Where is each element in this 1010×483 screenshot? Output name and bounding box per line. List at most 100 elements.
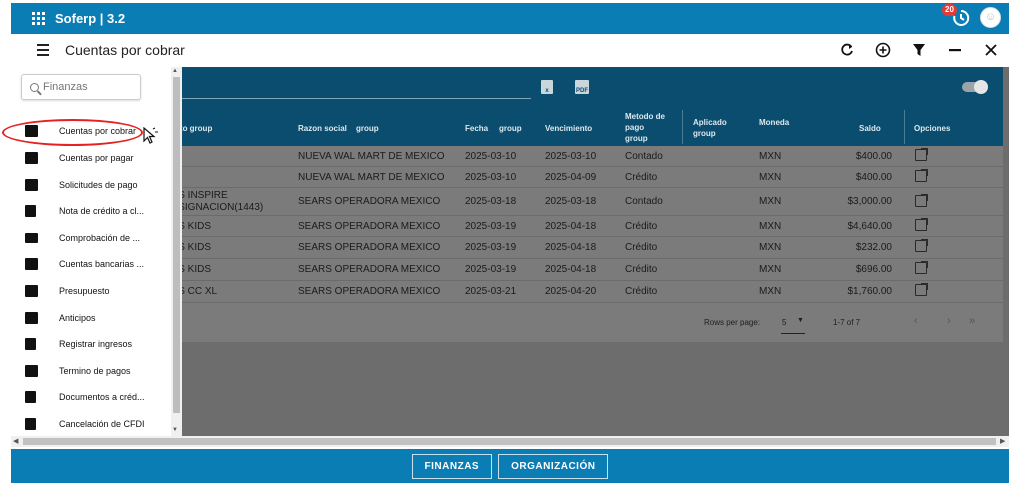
- cell-fecha: 2025-03-10: [465, 172, 517, 183]
- col-moneda[interactable]: Moneda: [759, 117, 789, 128]
- open-external-icon[interactable]: [915, 261, 928, 274]
- refresh-icon[interactable]: [837, 40, 857, 60]
- notifications-button[interactable]: 20: [942, 4, 972, 28]
- money-clock-icon: [25, 179, 38, 191]
- scroll-right-icon[interactable]: ▶: [1000, 437, 1005, 445]
- footer-bar: FINANZAS ORGANIZACIÓN: [11, 449, 1009, 483]
- menu-item-label: Termino de pagos: [59, 366, 131, 376]
- col-opciones: Opciones: [914, 124, 951, 133]
- menu-toggle-icon[interactable]: [37, 44, 59, 56]
- select-underline: [781, 333, 805, 334]
- col-aplicado-line1[interactable]: Aplicado: [693, 117, 727, 128]
- table-search-input[interactable]: [171, 98, 531, 99]
- page-title: Cuentas por cobrar: [65, 42, 185, 58]
- cell-vencimiento: 2025-04-09: [545, 172, 597, 183]
- scroll-left-icon[interactable]: ◀: [13, 437, 18, 445]
- rows-per-page-select[interactable]: 5: [782, 318, 786, 327]
- menu-item-cuentas-bancarias[interactable]: Cuentas bancarias ...: [11, 251, 171, 277]
- horizontal-scrollbar[interactable]: ◀ ▶: [11, 436, 1009, 447]
- cell-razon: SEARS OPERADORA MEXICO: [298, 286, 441, 297]
- cell-saldo: $1,760.00: [847, 286, 893, 297]
- open-external-icon[interactable]: [915, 283, 928, 296]
- pointer-cursor-icon: [143, 127, 158, 144]
- cell-metodo: Crédito: [625, 242, 658, 253]
- budget-icon: [25, 285, 38, 297]
- finanzas-button[interactable]: FINANZAS: [411, 453, 493, 479]
- cell-metodo: Crédito: [625, 286, 658, 297]
- cell-vencimiento: 2025-04-18: [545, 242, 597, 253]
- col-fecha[interactable]: Fecha: [465, 123, 488, 134]
- cell-moneda: MXN: [759, 242, 782, 253]
- first-page-icon[interactable]: ‹: [914, 315, 918, 327]
- menu-item-presupuesto[interactable]: Presupuesto: [11, 278, 171, 304]
- menu-item-comprobacion[interactable]: Comprobación de ...: [11, 225, 171, 251]
- cell-metodo: Crédito: [625, 172, 658, 183]
- view-toggle[interactable]: [962, 80, 988, 94]
- next-page-icon[interactable]: ›: [947, 315, 951, 327]
- filter-icon[interactable]: [909, 40, 929, 60]
- menu-search[interactable]: [21, 74, 141, 100]
- col-metodo-line3: group: [625, 134, 648, 143]
- scrollbar-thumb[interactable]: [173, 77, 180, 413]
- chevron-down-icon[interactable]: ▼: [797, 317, 804, 324]
- title-bar: Cuentas por cobrar: [11, 34, 1009, 66]
- menu-item-solicitudes-de-pago[interactable]: Solicitudes de pago: [11, 172, 171, 198]
- cell-moneda: MXN: [759, 264, 782, 275]
- menu-item-documentos-a-credito[interactable]: Documentos a créd...: [11, 384, 171, 410]
- menu-item-registrar-ingresos[interactable]: Registrar ingresos: [11, 331, 171, 357]
- minimize-icon[interactable]: [945, 40, 965, 60]
- cell-fecha: 2025-03-19: [465, 242, 517, 253]
- open-external-icon[interactable]: [915, 148, 928, 161]
- cell-razon: SEARS OPERADORA MEXICO: [298, 196, 441, 207]
- menu-item-cuentas-por-pagar[interactable]: Cuentas por pagar: [11, 145, 171, 171]
- cell-moneda: MXN: [759, 172, 782, 183]
- menu-item-label: Documentos a créd...: [59, 392, 145, 402]
- menu-search-input[interactable]: [43, 81, 133, 93]
- column-separator: [682, 110, 683, 144]
- open-external-icon[interactable]: [915, 239, 928, 252]
- cell-vencimiento: 2025-03-18: [545, 196, 597, 207]
- scroll-down-icon[interactable]: ▼: [172, 427, 178, 433]
- user-icon: ☺: [984, 11, 997, 23]
- col-razon-social[interactable]: Razon social: [298, 123, 347, 134]
- open-external-icon[interactable]: [915, 194, 928, 207]
- cash-icon: [25, 233, 38, 243]
- cell-saldo: $4,640.00: [847, 221, 893, 232]
- cell-vencimiento: 2025-04-20: [545, 286, 597, 297]
- menu-item-label: Cuentas por pagar: [59, 153, 134, 163]
- cell-razon: NUEVA WAL MART DE MEXICO: [298, 172, 445, 183]
- pdf-export-icon[interactable]: PDF: [575, 80, 589, 94]
- col-aplicado-line2: group: [693, 129, 716, 138]
- cell-metodo: Crédito: [625, 264, 658, 275]
- open-external-icon[interactable]: [915, 218, 928, 231]
- col-fecha-group[interactable]: group: [499, 123, 522, 134]
- menu-item-label: Registrar ingresos: [59, 339, 133, 349]
- last-page-icon[interactable]: »: [969, 315, 975, 327]
- menu-item-cancelacion-cfdi[interactable]: Cancelación de CFDI: [11, 411, 171, 437]
- cell-moneda: MXN: [759, 151, 782, 162]
- cell-vencimiento: 2025-04-18: [545, 221, 597, 232]
- menu-item-termino-de-pagos[interactable]: Termino de pagos: [11, 358, 171, 384]
- app-title: Soferp | 3.2: [55, 11, 126, 26]
- col-metodo-line2: pago: [625, 123, 645, 132]
- apps-grid-button[interactable]: [23, 4, 53, 34]
- open-external-icon[interactable]: [915, 169, 928, 182]
- col-metodo-line1[interactable]: Metodo de: [625, 111, 665, 122]
- excel-export-icon[interactable]: x: [541, 80, 553, 94]
- scrollbar-thumb[interactable]: [23, 438, 996, 445]
- col-razon-group[interactable]: group: [356, 123, 379, 134]
- menu-item-anticipos[interactable]: Anticipos: [11, 305, 171, 331]
- col-saldo[interactable]: Saldo: [859, 123, 881, 134]
- avatar[interactable]: ☺: [980, 6, 1001, 28]
- cell-fecha: 2025-03-10: [465, 151, 517, 162]
- menu-item-nota-de-credito[interactable]: Nota de crédito a cl...: [11, 198, 171, 224]
- close-icon[interactable]: [981, 40, 1001, 60]
- scroll-up-icon[interactable]: ▲: [172, 68, 178, 74]
- cell-saldo: $696.00: [855, 264, 892, 275]
- add-circle-icon[interactable]: [873, 40, 893, 60]
- col-vencimiento[interactable]: Vencimiento: [545, 123, 592, 134]
- side-menu-scrollbar[interactable]: ▲ ▼: [171, 67, 182, 436]
- money-icon: [25, 365, 38, 377]
- cell-saldo: $400.00: [855, 151, 892, 162]
- organizacion-button[interactable]: ORGANIZACIÓN: [498, 453, 609, 479]
